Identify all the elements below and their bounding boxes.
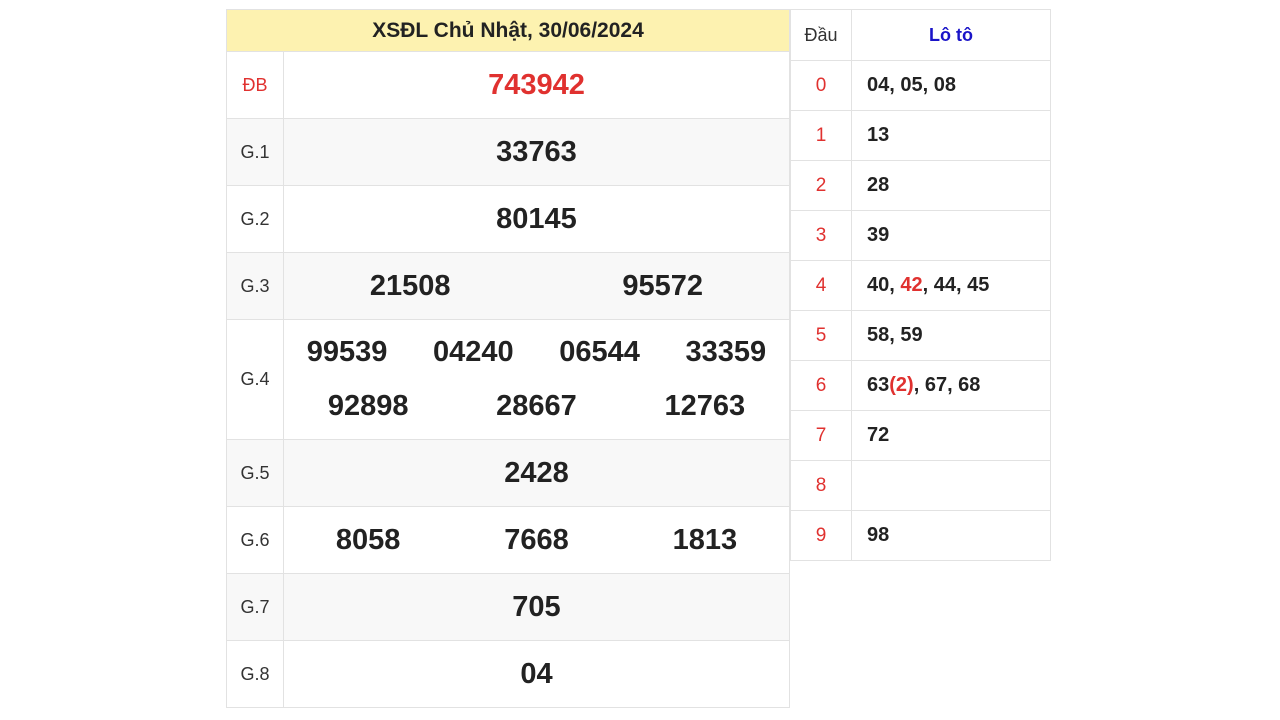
loto-row: 5 58, 59 xyxy=(790,310,1051,361)
prize-number: 99539 xyxy=(306,336,388,368)
loto-number: 13 xyxy=(867,124,890,146)
loto-dau: 2 xyxy=(790,160,852,211)
header-loto: Lô tô xyxy=(851,9,1051,61)
prize-number: 743942 xyxy=(488,68,585,101)
prize-numbers: 2428 xyxy=(283,439,790,507)
loto-dau: 7 xyxy=(790,410,852,461)
loto-row: 0 04, 05, 08 xyxy=(790,60,1051,111)
prize-label: G.2 xyxy=(226,185,284,253)
prize-label: G.8 xyxy=(226,640,284,708)
loto-row: 9 98 xyxy=(790,510,1051,561)
prize-number: 33763 xyxy=(496,135,577,168)
loto-row: 1 13 xyxy=(790,110,1051,161)
prize-number: 8058 xyxy=(335,523,401,556)
loto-dau: 0 xyxy=(790,60,852,111)
loto-number: 28 xyxy=(867,174,890,196)
loto-table: Đầu Lô tô 0 04, 05, 08 1 13 2 28 3 39 4 40, 42, 4… xyxy=(790,9,1051,561)
loto-dau: 3 xyxy=(790,210,852,261)
prize-label: G.5 xyxy=(226,439,284,507)
prize-row: G.3 21508 95572 xyxy=(226,252,790,320)
loto-row: 4 40, 42, 44, 45 xyxy=(790,260,1051,311)
prize-numbers: 80145 xyxy=(283,185,790,253)
loto-dau: 4 xyxy=(790,260,852,311)
loto-values xyxy=(851,460,1051,511)
prize-label: ĐB xyxy=(226,51,284,119)
prize-label: G.6 xyxy=(226,506,284,574)
loto-row: 8 xyxy=(790,460,1051,511)
loto-highlight: 42 xyxy=(900,274,923,296)
prize-number: 95572 xyxy=(622,269,704,302)
prize-number: 2428 xyxy=(504,456,569,489)
prize-number: 92898 xyxy=(327,390,409,422)
prize-number: 12763 xyxy=(664,390,746,422)
loto-number: 58, 59 xyxy=(867,324,923,346)
results-table: XSĐL Chủ Nhật, 30/06/2024 ĐB 743942 G.1 337… xyxy=(226,9,790,708)
prize-numbers: 8058 7668 1813 xyxy=(283,506,790,574)
prize-row: G.2 80145 xyxy=(226,185,790,253)
prize-number: 21508 xyxy=(369,269,451,302)
loto-number: 40, xyxy=(867,274,901,296)
prize-number: 80145 xyxy=(496,202,577,235)
prize-number: 28667 xyxy=(496,390,577,422)
loto-number: , 44, 45 xyxy=(922,274,990,296)
header-dau: Đầu xyxy=(790,9,852,61)
prize-number: 06544 xyxy=(559,336,640,368)
loto-dau: 5 xyxy=(790,310,852,361)
prize-label: G.3 xyxy=(226,252,284,320)
loto-row: 3 39 xyxy=(790,210,1051,261)
loto-number: , 67, 68 xyxy=(913,374,981,396)
prize-number: 705 xyxy=(512,590,561,623)
loto-row: 6 63(2), 67, 68 xyxy=(790,360,1051,411)
loto-row: 7 72 xyxy=(790,410,1051,461)
prize-row: G.4 99539 04240 06544 33359 92898 28667 12763 xyxy=(226,319,790,440)
prize-number: 04240 xyxy=(433,336,514,368)
loto-dau: 1 xyxy=(790,110,852,161)
prize-row: G.8 04 xyxy=(226,640,790,708)
loto-values: 28 xyxy=(851,160,1051,211)
prize-label: G.4 xyxy=(226,319,284,440)
loto-dau: 8 xyxy=(790,460,852,511)
loto-values: 04, 05, 08 xyxy=(851,60,1051,111)
prize-row: G.6 8058 7668 1813 xyxy=(226,506,790,574)
loto-number: 72 xyxy=(867,424,890,446)
loto-values: 40, 42, 44, 45 xyxy=(851,260,1051,311)
loto-values: 98 xyxy=(851,510,1051,561)
prize-label: G.1 xyxy=(226,118,284,186)
results-title: XSĐL Chủ Nhật, 30/06/2024 xyxy=(226,9,790,52)
prize-row: G.1 33763 xyxy=(226,118,790,186)
prize-number: 7668 xyxy=(504,523,569,556)
prize-number: 1813 xyxy=(672,523,738,556)
prize-row: G.5 2428 xyxy=(226,439,790,507)
loto-values: 58, 59 xyxy=(851,310,1051,361)
loto-values: 13 xyxy=(851,110,1051,161)
loto-number: 63 xyxy=(867,374,890,396)
loto-values: 39 xyxy=(851,210,1051,261)
prize-numbers: 21508 95572 xyxy=(283,252,790,320)
loto-values: 72 xyxy=(851,410,1051,461)
loto-dau: 6 xyxy=(790,360,852,411)
prize-numbers: 33763 xyxy=(283,118,790,186)
loto-values: 63(2), 67, 68 xyxy=(851,360,1051,411)
prize-row: ĐB 743942 xyxy=(226,51,790,119)
prize-numbers: 99539 04240 06544 33359 92898 28667 12763 xyxy=(283,319,790,440)
loto-number: 98 xyxy=(867,524,890,546)
prize-number: 04 xyxy=(520,657,553,690)
prize-row: G.7 705 xyxy=(226,573,790,641)
prize-numbers: 743942 xyxy=(283,51,790,119)
prize-label: G.7 xyxy=(226,573,284,641)
prize-numbers: 705 xyxy=(283,573,790,641)
prize-numbers: 04 xyxy=(283,640,790,708)
prize-number: 33359 xyxy=(685,336,767,368)
loto-number: 39 xyxy=(867,224,890,246)
loto-number: 04, 05, 08 xyxy=(867,74,956,96)
loto-row: 2 28 xyxy=(790,160,1051,211)
loto-highlight: (2) xyxy=(889,374,914,396)
loto-dau: 9 xyxy=(790,510,852,561)
